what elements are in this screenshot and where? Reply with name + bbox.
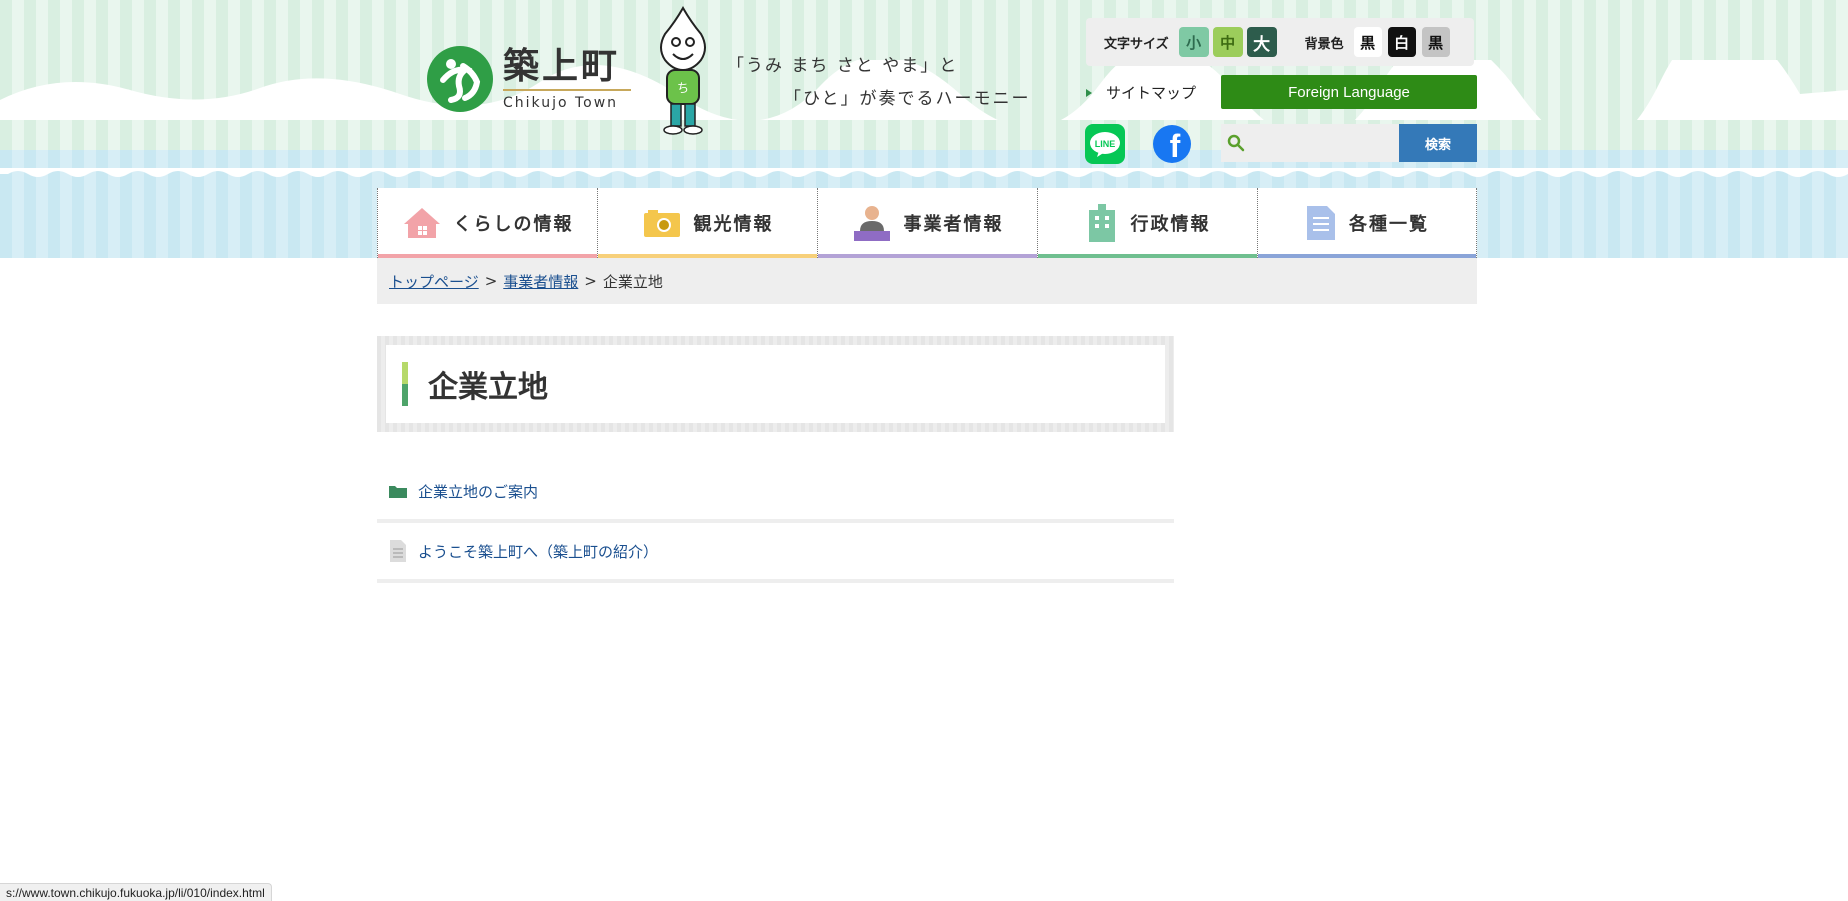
camera-icon: [643, 210, 680, 237]
chikujo-emblem-icon: [427, 46, 493, 112]
display-settings-panel: 文字サイズ 小 中 大 背景色 黒 白 黒: [1086, 18, 1474, 66]
facebook-icon[interactable]: f: [1153, 125, 1191, 163]
bg-color-black-text-button[interactable]: 黒: [1353, 27, 1382, 57]
nav-item-administration[interactable]: 行政情報: [1037, 188, 1257, 258]
nav-label-lists: 各種一覧: [1349, 214, 1429, 235]
nav-item-living[interactable]: くらしの情報: [377, 188, 597, 258]
content-list: 企業立地のご案内 ようこそ築上町へ（築上町の紹介）: [377, 463, 1174, 583]
page-title: 企業立地: [428, 370, 548, 405]
status-bar-url: s://www.town.chikujo.fukuoka.jp/li/010/i…: [0, 883, 272, 901]
text-size-small-button[interactable]: 小: [1178, 27, 1209, 57]
businessperson-icon: [853, 206, 890, 241]
mascot-character-icon: ち: [660, 6, 706, 135]
search-button[interactable]: 検索: [1399, 124, 1477, 162]
foreign-language-button[interactable]: Foreign Language: [1221, 75, 1477, 109]
tagline-line-2: 「ひと」が奏でるハーモニー: [784, 89, 1031, 109]
list-item[interactable]: ようこそ築上町へ（築上町の紹介）: [377, 523, 1174, 583]
logo-underline: [503, 89, 631, 91]
nav-label-business: 事業者情報: [903, 214, 1004, 235]
page-title-box: 企業立地: [377, 336, 1174, 432]
water-wave-decoration: [0, 168, 1848, 177]
nav-label-tourism: 観光情報: [693, 214, 774, 235]
bg-color-white-text-button[interactable]: 白: [1387, 27, 1416, 57]
bg-color-label: 背景色: [1304, 36, 1344, 52]
title-accent-bar: [402, 362, 408, 406]
breadcrumb-separator: >: [484, 272, 498, 290]
nav-label-administration: 行政情報: [1130, 214, 1211, 235]
sitemap-label: サイトマップ: [1106, 84, 1197, 102]
checklist-icon: [1307, 206, 1335, 240]
house-icon: [403, 208, 440, 238]
line-icon-label: LINE: [1095, 139, 1116, 149]
building-icon: [1088, 204, 1115, 242]
logo-subtitle: Chikujo Town: [503, 95, 619, 111]
list-item-link[interactable]: ようこそ築上町へ（築上町の紹介）: [418, 541, 658, 562]
search-input[interactable]: [1221, 124, 1399, 162]
list-item[interactable]: 企業立地のご案内: [377, 463, 1174, 523]
nav-label-living: くらしの情報: [453, 214, 574, 235]
breadcrumb-current: 企業立地: [602, 272, 663, 291]
svg-text:ち: ち: [677, 81, 689, 95]
folder-icon: [388, 484, 408, 498]
logo-title: 築上町: [503, 46, 621, 87]
text-size-label: 文字サイズ: [1104, 36, 1169, 52]
search-icon: [1227, 134, 1245, 152]
facebook-icon-glyph: f: [1169, 128, 1181, 163]
site-search: 検索: [1221, 124, 1477, 162]
document-icon: [388, 540, 408, 562]
site-logo[interactable]: 築上町 Chikujo Town: [427, 46, 631, 112]
breadcrumb-home-link[interactable]: トップページ: [389, 271, 479, 292]
breadcrumb-parent-link[interactable]: 事業者情報: [503, 271, 578, 292]
global-navigation: くらしの情報 観光情報 事業者情報 行政情報 各種一覧: [377, 188, 1477, 258]
breadcrumb-separator: >: [584, 272, 597, 290]
nav-item-business[interactable]: 事業者情報: [817, 188, 1037, 258]
line-icon[interactable]: LINE: [1085, 124, 1125, 164]
text-size-medium-button[interactable]: 中: [1212, 27, 1243, 57]
nav-item-lists[interactable]: 各種一覧: [1257, 188, 1477, 258]
bg-color-gray-button[interactable]: 黒: [1421, 27, 1450, 57]
tagline: 「うみ まち さと やま」と 「ひと」が奏でるハーモニー: [727, 50, 1031, 116]
list-item-link[interactable]: 企業立地のご案内: [418, 481, 538, 502]
sitemap-link[interactable]: サイトマップ: [1086, 82, 1196, 103]
text-size-large-button[interactable]: 大: [1246, 27, 1277, 57]
nav-item-tourism[interactable]: 観光情報: [597, 188, 817, 258]
arrow-right-icon: [1086, 88, 1092, 97]
breadcrumb: トップページ > 事業者情報 > 企業立地: [377, 258, 1477, 304]
tagline-line-1: 「うみ まち さと やま」と: [727, 56, 959, 76]
